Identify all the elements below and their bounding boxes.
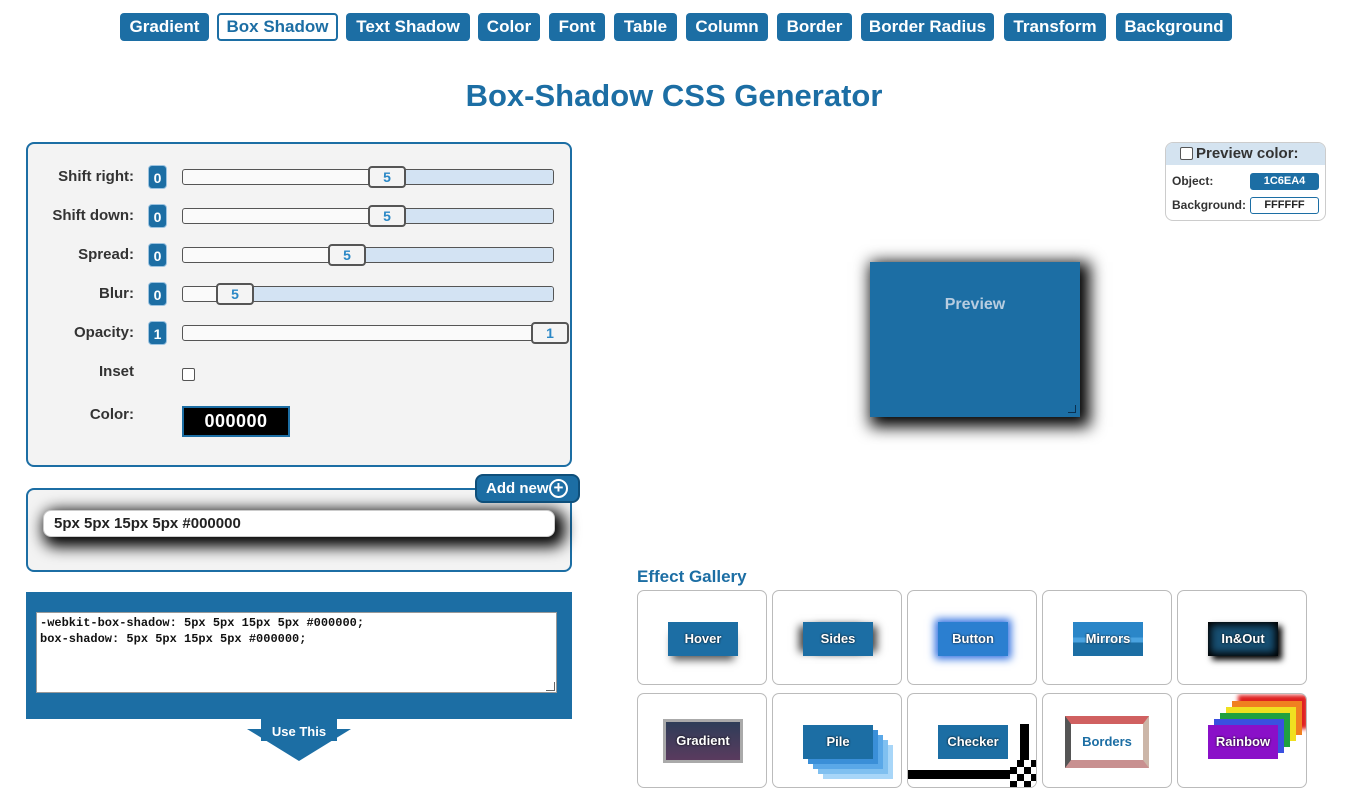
shift-down-label: Shift down:	[52, 207, 134, 224]
preview-color-checkbox[interactable]	[1180, 147, 1193, 160]
gallery-item-label: Mirrors	[1073, 622, 1143, 656]
gallery-item-label: Checker	[938, 725, 1008, 759]
gallery-item-gradient[interactable]: Gradient	[637, 693, 767, 788]
resize-grip-icon[interactable]	[1068, 405, 1076, 413]
blur-label: Blur:	[99, 285, 134, 302]
gallery-item-label: Hover	[668, 622, 738, 656]
nav-color[interactable]: Color	[478, 13, 540, 41]
gallery-item-rainbow[interactable]: Rainbow	[1177, 693, 1307, 788]
plus-circle-icon: +	[549, 479, 568, 498]
code-line-webkit: -webkit-box-shadow: 5px 5px 15px 5px #00…	[40, 616, 365, 630]
gallery-item-in-out[interactable]: In&Out	[1177, 590, 1307, 685]
preview-color-header: Preview color:	[1166, 143, 1325, 165]
object-color-label: Object:	[1172, 174, 1214, 188]
spread-value: 0	[148, 243, 167, 267]
nav-border[interactable]: Border	[777, 13, 852, 41]
object-color-input[interactable]: 1C6EA4	[1250, 173, 1319, 190]
nav-background[interactable]: Background	[1116, 13, 1232, 41]
shadow-layer-item[interactable]: 5px 5px 15px 5px #000000	[43, 510, 555, 537]
preview-color-title: Preview color:	[1196, 145, 1299, 162]
gallery-item-sides[interactable]: Sides	[772, 590, 902, 685]
opacity-slider[interactable]: 1	[182, 322, 569, 344]
nav-transform[interactable]: Transform	[1004, 13, 1106, 41]
add-new-button[interactable]: Add new +	[475, 474, 580, 503]
add-new-label: Add new	[486, 480, 549, 497]
controls-panel: Shift right: 0 5 Shift down: 0 5 Spread:…	[26, 142, 572, 467]
preview-color-panel: Preview color: Object: 1C6EA4 Background…	[1165, 142, 1326, 221]
css-code-textarea[interactable]: -webkit-box-shadow: 5px 5px 15px 5px #00…	[36, 612, 557, 693]
color-label: Color:	[89, 406, 134, 423]
gallery-item-label: Button	[938, 622, 1008, 656]
slider-handle[interactable]: 5	[368, 166, 406, 188]
slider-track-fill	[361, 248, 553, 262]
inset-checkbox[interactable]	[182, 368, 195, 381]
shadow-color-input[interactable]: 000000	[182, 406, 290, 437]
top-navigation: Gradient Box Shadow Text Shadow Color Fo…	[0, 13, 1348, 41]
nav-box-shadow[interactable]: Box Shadow	[217, 13, 338, 41]
preview-box[interactable]: Preview	[870, 262, 1080, 417]
slider-handle[interactable]: 5	[216, 283, 254, 305]
gallery-item-button[interactable]: Button	[907, 590, 1037, 685]
slider-handle[interactable]: 1	[531, 322, 569, 344]
inset-label: Inset	[98, 363, 134, 380]
use-this-label: Use This	[271, 724, 327, 739]
shift-right-slider[interactable]: 5	[182, 166, 554, 188]
background-color-label: Background:	[1172, 198, 1247, 212]
gallery-item-label: Rainbow	[1208, 725, 1278, 759]
slider-handle[interactable]: 5	[368, 205, 406, 227]
preview-label: Preview	[944, 296, 1006, 313]
page-title: Box-Shadow CSS Generator	[465, 78, 883, 113]
nav-font[interactable]: Font	[549, 13, 605, 41]
gallery-item-label: Pile	[803, 725, 873, 759]
slider-track-fill	[401, 209, 553, 223]
slider-track-fill	[249, 287, 553, 301]
gallery-item-checker[interactable]: Checker	[907, 693, 1037, 788]
gallery-item-hover[interactable]: Hover	[637, 590, 767, 685]
shift-down-value: 0	[148, 204, 167, 228]
nav-text-shadow[interactable]: Text Shadow	[346, 13, 470, 41]
spread-slider[interactable]: 5	[182, 244, 554, 266]
nav-column[interactable]: Column	[686, 13, 768, 41]
nav-table[interactable]: Table	[614, 13, 677, 41]
use-this-button[interactable]: Use This	[247, 718, 351, 762]
resize-grip-icon[interactable]	[546, 682, 555, 691]
background-color-input[interactable]: FFFFFF	[1250, 197, 1319, 214]
gallery-item-label: In&Out	[1208, 622, 1278, 656]
blur-value: 0	[148, 282, 167, 306]
checker-pattern	[1010, 760, 1036, 787]
shift-right-label: Shift right:	[58, 168, 134, 185]
code-line-standard: box-shadow: 5px 5px 15px 5px #000000;	[40, 632, 307, 646]
gallery-item-label: Gradient	[663, 719, 743, 763]
code-output-panel: -webkit-box-shadow: 5px 5px 15px 5px #00…	[26, 592, 572, 719]
gallery-item-label: Sides	[803, 622, 873, 656]
opacity-value: 1	[148, 321, 167, 345]
gallery-item-label: Borders	[1065, 716, 1149, 768]
slider-track-fill	[401, 170, 553, 184]
shift-down-slider[interactable]: 5	[182, 205, 554, 227]
shift-right-value: 0	[148, 165, 167, 189]
effect-gallery-title: Effect Gallery	[637, 567, 747, 586]
nav-border-radius[interactable]: Border Radius	[861, 13, 994, 41]
gallery-item-pile[interactable]: Pile	[772, 693, 902, 788]
blur-slider[interactable]: 5	[182, 283, 554, 305]
gallery-item-borders[interactable]: Borders	[1042, 693, 1172, 788]
opacity-label: Opacity:	[73, 324, 134, 341]
spread-label: Spread:	[78, 246, 134, 263]
gallery-item-mirrors[interactable]: Mirrors	[1042, 590, 1172, 685]
slider-handle[interactable]: 5	[328, 244, 366, 266]
nav-gradient[interactable]: Gradient	[120, 13, 209, 41]
